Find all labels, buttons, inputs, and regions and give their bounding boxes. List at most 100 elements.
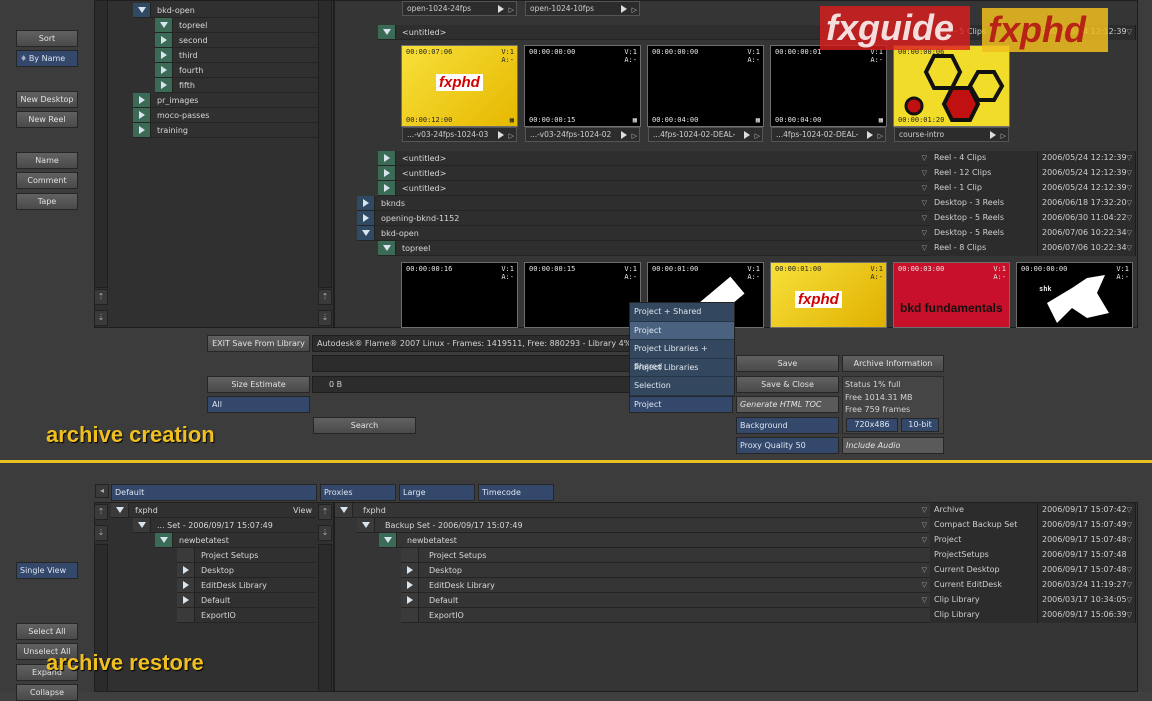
tree-row-bkd-open[interactable]: bkd-open <box>133 3 318 18</box>
expand-icon[interactable] <box>155 63 173 77</box>
menu-icon[interactable]: ▽ <box>1127 25 1132 39</box>
collapse-button[interactable]: Collapse <box>16 684 78 701</box>
collapse-icon[interactable] <box>155 533 173 547</box>
play-icon[interactable] <box>498 5 504 13</box>
collapse-icon[interactable] <box>357 226 375 240</box>
menu-icon[interactable]: ▽ <box>1127 608 1132 622</box>
tape-button[interactable]: Tape <box>16 193 78 210</box>
select-all-button[interactable]: Select All <box>16 623 78 640</box>
menu-icon[interactable]: ▽ <box>922 521 927 529</box>
restore-right-scrollbar[interactable] <box>318 544 332 692</box>
menu-icon[interactable]: ▽ <box>922 214 927 222</box>
new-reel-button[interactable]: New Reel <box>16 111 78 128</box>
tree-row-project-setups[interactable]: Project Setups <box>177 548 316 563</box>
expand-icon[interactable] <box>378 166 396 180</box>
scroll-up-icon[interactable]: ⇡ <box>318 504 332 520</box>
comment-button[interactable]: Comment <box>16 172 78 189</box>
tab-proxies[interactable]: Proxies <box>320 484 396 501</box>
menu-icon[interactable]: ▽ <box>1127 518 1132 532</box>
all-selector[interactable]: All <box>207 396 310 413</box>
collapse-icon[interactable] <box>133 3 151 17</box>
list-row[interactable]: opening-bknd-1152 ▽ <box>357 211 930 226</box>
menu-item[interactable]: Project Libraries <box>630 359 734 377</box>
restore-row[interactable]: fxphd ▽ <box>335 503 930 518</box>
expand-icon[interactable] <box>133 123 151 137</box>
expand-icon[interactable] <box>155 48 173 62</box>
scroll-down-icon[interactable]: ⇣ <box>94 525 108 541</box>
back-arrow-icon[interactable]: ◂ <box>95 484 109 498</box>
menu-icon[interactable]: ▽ <box>922 154 927 162</box>
tree-row-fifth[interactable]: fifth <box>155 78 318 93</box>
menu-icon[interactable]: ▽ <box>1127 151 1132 165</box>
restore-row[interactable]: Default ▽ <box>401 593 930 608</box>
list-row[interactable]: topreel ▽ <box>378 241 930 256</box>
menu-icon[interactable]: ▽ <box>922 199 927 207</box>
menu-icon[interactable]: ▽ <box>922 244 927 252</box>
archive-scope-dropdown[interactable]: Project + Shared Project Project Librari… <box>629 302 735 397</box>
menu-icon[interactable]: ▽ <box>1127 211 1132 225</box>
archive-information-button[interactable]: Archive Information <box>842 355 944 372</box>
play-icon[interactable] <box>744 131 750 139</box>
list-row[interactable]: <untitled> ▽ <box>378 181 930 196</box>
save-button[interactable]: Save <box>736 355 839 372</box>
restore-row[interactable]: newbetatest ▽ <box>379 533 930 548</box>
play-icon[interactable] <box>621 131 627 139</box>
expand-icon[interactable] <box>133 108 151 122</box>
single-view-button[interactable]: Single View <box>16 562 78 579</box>
clip-caption[interactable]: open-1024-10fps ▷ <box>525 1 640 16</box>
expand-icon[interactable] <box>133 93 151 107</box>
menu-icon[interactable]: ▽ <box>1127 563 1132 577</box>
restore-row[interactable]: ExportIO <box>401 608 930 623</box>
expand-icon[interactable] <box>357 196 375 210</box>
collapse-icon[interactable] <box>335 503 353 517</box>
menu-icon[interactable]: ▽ <box>922 536 927 544</box>
menu-icon[interactable]: ▽ <box>1127 166 1132 180</box>
expand-icon[interactable] <box>401 593 419 607</box>
background-toggle[interactable]: Background <box>736 417 839 434</box>
menu-icon[interactable]: ▽ <box>922 581 927 589</box>
expand-icon[interactable] <box>378 151 396 165</box>
info-icon[interactable]: ▦ <box>633 116 637 124</box>
view-label[interactable]: View <box>293 506 312 515</box>
clip-thumbnail[interactable]: 00:00:00:06 00:00:01:20 <box>893 45 1010 127</box>
clip-thumbnail[interactable]: 00:00:07:06 V:1 A:- fxphd 00:00:12:00 ▦ <box>401 45 518 127</box>
menu-icon[interactable]: ▷ <box>632 130 637 141</box>
clip-thumbnail[interactable]: 00:00:00:16 V:1 A:- <box>401 262 518 328</box>
restore-row[interactable]: Backup Set - 2006/09/17 15:07:49 ▽ <box>357 518 930 533</box>
play-icon[interactable] <box>498 131 504 139</box>
tree-row-set[interactable]: ... Set - 2006/09/17 15:07:49 <box>133 518 316 533</box>
menu-item[interactable]: Project + Shared <box>630 303 734 322</box>
collapse-icon[interactable] <box>133 518 151 532</box>
menu-icon[interactable]: ▷ <box>632 4 637 15</box>
restore-row[interactable]: EditDesk Library ▽ <box>401 578 930 593</box>
menu-icon[interactable]: ▽ <box>922 566 927 574</box>
expand-icon[interactable] <box>401 578 419 592</box>
tree-row-third[interactable]: third <box>155 48 318 63</box>
by-name-button[interactable]: ♦ By Name <box>16 50 78 67</box>
collapse-icon[interactable] <box>378 25 396 39</box>
clip-caption[interactable]: course-intro ▷ <box>894 127 1009 142</box>
tree-row-training[interactable]: training <box>133 123 318 138</box>
clip-thumbnail[interactable]: bkd fundamentals 00:00:03:00 V:1 A:- <box>893 262 1010 328</box>
tree-row-pr-images[interactable]: pr_images <box>133 93 318 108</box>
list-row[interactable]: bknds ▽ <box>357 196 930 211</box>
menu-icon[interactable]: ▽ <box>1127 578 1132 592</box>
clip-thumbnail[interactable]: fxphd 00:00:01:00 V:1 A:- <box>770 262 887 328</box>
include-audio-toggle[interactable]: Include Audio <box>842 437 944 454</box>
expand-icon[interactable] <box>155 33 173 47</box>
menu-icon[interactable]: ▷ <box>509 4 514 15</box>
clip-thumbnail[interactable]: shk 00:00:00:00 V:1 A:- <box>1016 262 1133 328</box>
top-tree-left-scrollbar[interactable] <box>94 0 108 288</box>
scroll-up-icon[interactable]: ⇡ <box>94 289 108 305</box>
proxy-quality-slider[interactable]: Proxy Quality 50 <box>736 437 839 454</box>
expand-icon[interactable] <box>357 211 375 225</box>
menu-icon[interactable]: ▽ <box>922 229 927 237</box>
sort-button[interactable]: Sort <box>16 30 78 47</box>
new-desktop-button[interactable]: New Desktop <box>16 91 78 108</box>
menu-icon[interactable]: ▽ <box>1127 181 1132 195</box>
menu-item[interactable]: Project Libraries + Shared <box>630 340 734 371</box>
menu-icon[interactable]: ▷ <box>878 130 883 141</box>
scroll-down-icon[interactable]: ⇣ <box>318 310 332 326</box>
tree-row-second[interactable]: second <box>155 33 318 48</box>
expand-icon[interactable] <box>177 563 195 577</box>
